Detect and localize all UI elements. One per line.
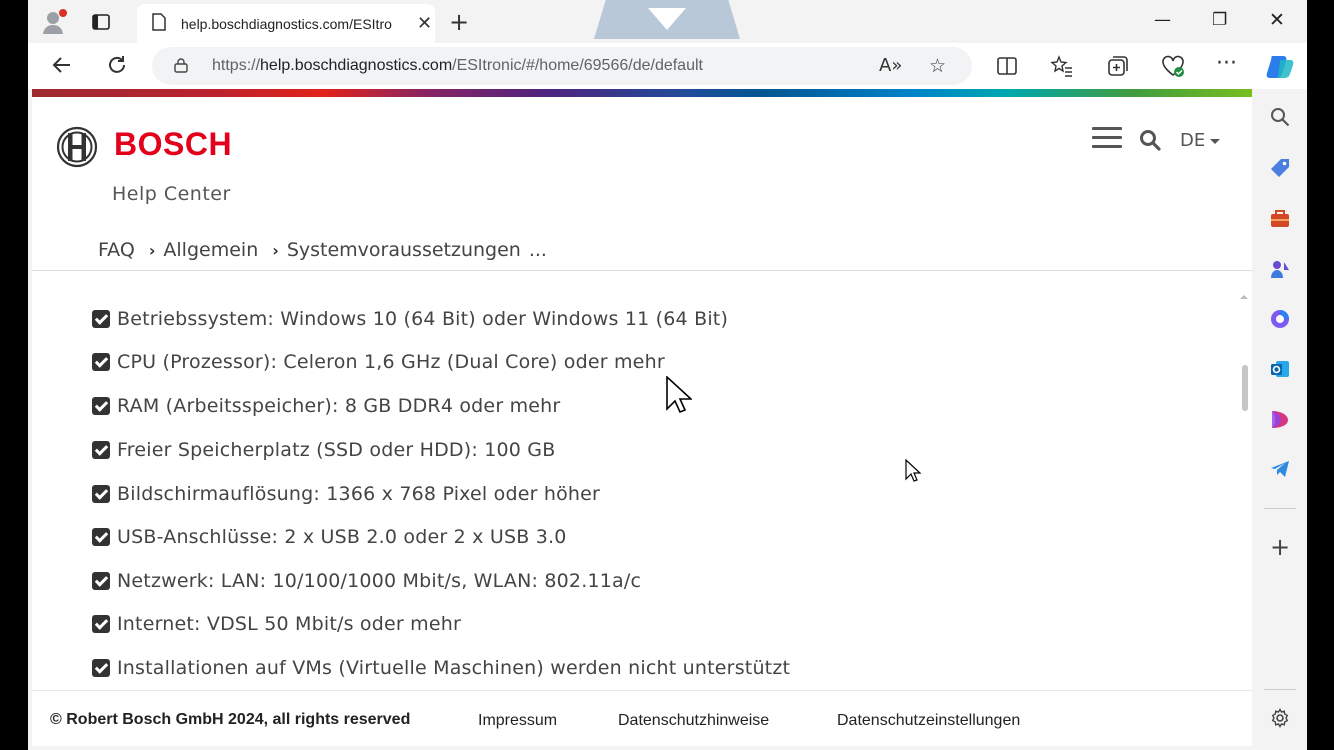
list-item: Bildschirmauflösung: 1366 x 768 Pixel od… (92, 483, 600, 505)
sidebar-add-icon[interactable]: + (1268, 533, 1292, 561)
list-item-text: CPU (Prozessor): Celeron 1,6 GHz (Dual C… (117, 351, 665, 373)
checkbox-checked-icon (92, 572, 110, 590)
send-telegram-icon[interactable] (1268, 457, 1292, 481)
url-path: /ESItronic/#/home/69566/de/default (452, 57, 703, 74)
language-selector[interactable]: DE (1180, 130, 1221, 151)
url-field[interactable]: https://help.boschdiagnostics.com/ESItro… (152, 47, 972, 85)
list-item-text: Bildschirmauflösung: 1366 x 768 Pixel od… (117, 483, 601, 505)
more-options-icon[interactable]: ··· (1216, 51, 1237, 76)
list-item: Betriebssystem: Windows 10 (64 Bit) oder… (92, 308, 728, 330)
copyright-text: © Robert Bosch GmbH 2024, all rights res… (50, 711, 411, 728)
checkbox-checked-icon (92, 397, 110, 415)
breadcrumb-item-allgemein[interactable]: Allgemein (163, 239, 258, 261)
tools-briefcase-icon[interactable] (1268, 207, 1292, 231)
sidebar-settings-gear-icon[interactable] (1268, 706, 1292, 730)
url-scheme: https:// (212, 57, 261, 74)
list-item-text: Internet: VDSL 50 Mbit/s oder mehr (117, 613, 462, 635)
breadcrumb-ellipsis: ... (528, 239, 547, 261)
minimize-icon[interactable]: — (1154, 10, 1171, 30)
shopping-tag-icon[interactable] (1268, 156, 1292, 180)
page-footer: © Robert Bosch GmbH 2024, all rights res… (32, 690, 1252, 746)
page-scrollbar[interactable] (1242, 365, 1248, 411)
impressum-link[interactable]: Impressum (478, 712, 557, 730)
checkbox-checked-icon (92, 659, 110, 677)
header-divider (32, 270, 1252, 271)
new-tab-button[interactable]: + (449, 8, 469, 36)
scroll-up-arrow-icon[interactable] (1240, 295, 1248, 299)
mouse-pointer-icon (905, 459, 921, 482)
search-icon[interactable] (1139, 129, 1161, 151)
chevron-down-icon[interactable] (648, 8, 686, 30)
brand-wordmark[interactable]: BOSCH (114, 126, 232, 163)
split-screen-icon[interactable] (996, 55, 1018, 83)
list-item: Installationen auf VMs (Virtuelle Maschi… (92, 657, 790, 679)
sidebar-divider (1264, 689, 1296, 690)
list-item-text: RAM (Arbeitsspeicher): 8 GB DDR4 oder me… (117, 395, 561, 417)
site-subtitle: Help Center (112, 183, 231, 205)
checkbox-checked-icon (92, 615, 110, 633)
outlook-icon[interactable] (1268, 357, 1292, 381)
tab-actions-icon[interactable] (90, 11, 112, 33)
profile-avatar-icon[interactable] (40, 8, 68, 36)
checkbox-checked-icon (92, 485, 110, 503)
privacy-settings-link[interactable]: Datenschutzeinstellungen (837, 712, 1020, 730)
list-item-text: Betriebssystem: Windows 10 (64 Bit) oder… (117, 308, 729, 330)
edge-sidebar: + (1252, 89, 1307, 750)
checkbox-checked-icon (92, 528, 110, 546)
list-item-text: Netzwerk: LAN: 10/100/1000 Mbit/s, WLAN:… (117, 570, 642, 592)
checkbox-checked-icon (92, 441, 110, 459)
microsoft-365-icon[interactable] (1268, 307, 1292, 331)
browser-window: help.boschdiagnostics.com/ESItro ✕ + — ❐… (28, 0, 1307, 750)
list-item: Netzwerk: LAN: 10/100/1000 Mbit/s, WLAN:… (92, 570, 641, 592)
lock-icon[interactable] (174, 57, 188, 73)
url-text[interactable]: https://help.boschdiagnostics.com/ESItro… (212, 57, 703, 75)
tab-title: help.boschdiagnostics.com/ESItro (181, 15, 392, 32)
chevron-right-icon: › (272, 240, 279, 260)
breadcrumb-item-faq[interactable]: FAQ (98, 239, 135, 261)
bosch-logo-icon[interactable] (56, 126, 98, 168)
caret-down-icon (1210, 138, 1221, 144)
collections-icon[interactable] (1106, 54, 1130, 84)
close-window-icon[interactable]: ✕ (1269, 9, 1285, 31)
list-item: CPU (Prozessor): Celeron 1,6 GHz (Dual C… (92, 351, 665, 373)
favorites-icon[interactable] (1050, 54, 1074, 84)
restore-icon[interactable]: ❐ (1212, 10, 1227, 30)
games-chess-icon[interactable] (1268, 257, 1292, 281)
checkbox-checked-icon (92, 353, 110, 371)
refresh-icon[interactable] (105, 53, 129, 83)
page-file-icon (151, 12, 167, 35)
title-bar: help.boschdiagnostics.com/ESItro ✕ + — ❐… (28, 0, 1307, 43)
list-item: Internet: VDSL 50 Mbit/s oder mehr (92, 613, 461, 635)
checkbox-checked-icon (92, 310, 110, 328)
list-item: Freier Speicherplatz (SSD oder HDD): 100… (92, 439, 555, 461)
read-aloud-icon[interactable]: A» (879, 55, 902, 76)
copilot-icon[interactable] (1266, 53, 1294, 85)
breadcrumb-item-systemvoraussetzungen: Systemvoraussetzungen (286, 239, 521, 261)
list-item-text: Freier Speicherplatz (SSD oder HDD): 100… (117, 439, 556, 461)
hamburger-menu-icon[interactable] (1092, 127, 1122, 151)
list-item: USB-Anschlüsse: 2 x USB 2.0 oder 2 x USB… (92, 526, 567, 548)
sidebar-search-icon[interactable] (1268, 105, 1292, 129)
favorite-star-icon[interactable]: ☆ (929, 55, 946, 77)
active-tab[interactable]: help.boschdiagnostics.com/ESItro ✕ (137, 4, 435, 43)
url-host: help.boschdiagnostics.com (260, 57, 453, 74)
language-label: DE (1180, 130, 1206, 151)
list-item: RAM (Arbeitsspeicher): 8 GB DDR4 oder me… (92, 395, 560, 417)
list-item-text: Installationen auf VMs (Virtuelle Maschi… (117, 657, 791, 679)
tab-close-icon[interactable]: ✕ (417, 13, 432, 34)
chevron-right-icon: › (148, 240, 156, 260)
designer-icon[interactable] (1268, 407, 1292, 431)
web-page: BOSCH Help Center DE FAQ › Allgemein › S… (32, 89, 1252, 746)
list-item-text: USB-Anschlüsse: 2 x USB 2.0 oder 2 x USB… (117, 526, 567, 548)
address-bar-row: https://help.boschdiagnostics.com/ESItro… (28, 43, 1307, 89)
back-arrow-icon[interactable] (50, 53, 74, 83)
privacy-notice-link[interactable]: Datenschutzhinweise (618, 712, 769, 730)
mouse-pointer-icon (666, 376, 692, 414)
sidebar-divider (1264, 508, 1296, 509)
brand-color-strip (32, 89, 1252, 97)
breadcrumb: FAQ › Allgemein › Systemvoraussetzungen … (98, 239, 547, 261)
browser-essentials-icon[interactable] (1160, 53, 1186, 85)
